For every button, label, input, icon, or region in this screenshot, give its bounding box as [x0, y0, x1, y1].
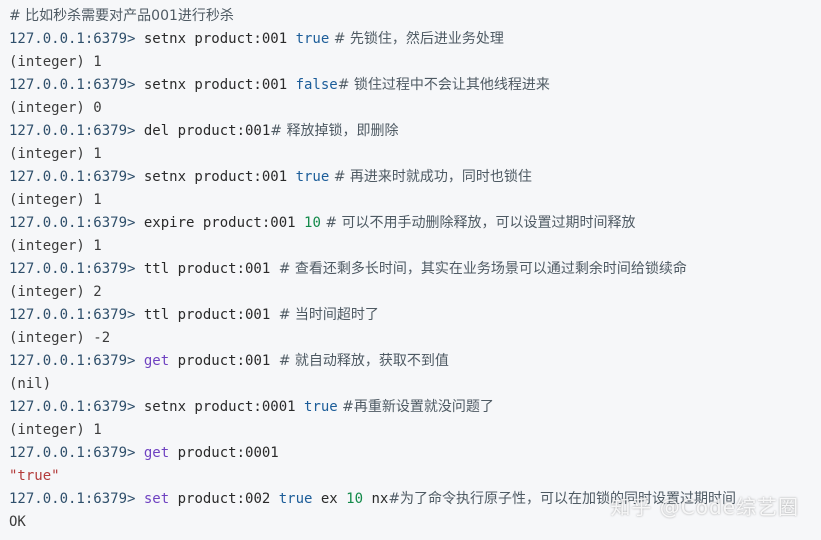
code-line: 127.0.0.1:6379> setnx product:001 true #…: [9, 28, 821, 51]
code-token-comment: # 再进来时就成功，同时也锁住: [329, 169, 532, 185]
code-token-comment: # 先锁住，然后进业务处理: [329, 31, 504, 47]
code-token-comment: # 查看还剩多长时间，其实在业务场景可以通过剩余时间给锁续命: [278, 261, 687, 277]
code-token-cmd: product:0001: [169, 445, 279, 461]
code-token-comment: # 释放掉锁，即删除: [270, 123, 399, 139]
code-token-cmd: ex: [312, 491, 347, 507]
code-line: 127.0.0.1:6379> get product:001 # 就自动释放，…: [9, 350, 821, 373]
code-line: # 比如秒杀需要对产品001进行秒杀: [9, 5, 821, 28]
watermark: 知乎 @Code综艺圈: [610, 495, 799, 519]
code-token-plain: (integer) -2: [9, 330, 111, 346]
code-line: (integer) 1: [9, 419, 821, 442]
code-token-prompt: 127.0.0.1:6379>: [9, 169, 144, 185]
code-token-prompt: 127.0.0.1:6379>: [9, 307, 144, 323]
code-line: 127.0.0.1:6379> setnx product:0001 true …: [9, 396, 821, 419]
code-token-prompt: 127.0.0.1:6379>: [9, 399, 144, 415]
redis-cli-code-block: # 比如秒杀需要对产品001进行秒杀 127.0.0.1:6379> setnx …: [0, 0, 821, 540]
code-token-prompt: 127.0.0.1:6379>: [9, 77, 144, 93]
code-token-cmd: setnx product:001: [143, 31, 296, 47]
code-token-cmd: setnx product:001: [143, 169, 296, 185]
code-token-cmd: setnx product:0001: [143, 399, 305, 415]
code-token-kw: get: [143, 353, 170, 369]
code-line: (integer) 2: [9, 281, 821, 304]
code-token-plain: (integer) 0: [9, 100, 102, 116]
code-token-prompt: 127.0.0.1:6379>: [9, 353, 144, 369]
code-line: 127.0.0.1:6379> expire product:001 10 # …: [9, 212, 821, 235]
code-token-plain: (integer) 1: [9, 422, 102, 438]
code-token-comment: # 锁住过程中不会让其他线程进来: [337, 77, 550, 93]
code-token-plain: (integer) 1: [9, 238, 102, 254]
code-token-prompt: 127.0.0.1:6379>: [9, 31, 144, 47]
code-token-bool: true: [295, 169, 330, 185]
code-token-prompt: 127.0.0.1:6379>: [9, 491, 144, 507]
code-line: 127.0.0.1:6379> setnx product:001 true #…: [9, 166, 821, 189]
code-token-bool: true: [278, 491, 313, 507]
code-line: (integer) 1: [9, 235, 821, 258]
code-token-comment: # 可以不用手动删除释放，可以设置过期时间释放: [320, 215, 636, 231]
code-token-cmd: del product:001: [143, 123, 271, 139]
code-token-plain: (integer) 1: [9, 146, 102, 162]
code-token-comment: # 当时间超时了: [278, 307, 379, 323]
code-line: (integer) 1: [9, 189, 821, 212]
code-line: 127.0.0.1:6379> get product:0001: [9, 442, 821, 465]
code-token-prompt: 127.0.0.1:6379>: [9, 445, 144, 461]
code-token-cmd: ttl product:001: [143, 261, 279, 277]
code-line: 127.0.0.1:6379> setnx product:001 false#…: [9, 74, 821, 97]
code-token-prompt: 127.0.0.1:6379>: [9, 261, 144, 277]
code-token-plain: (integer) 2: [9, 284, 102, 300]
code-line: (integer) 1: [9, 51, 821, 74]
code-token-prompt: 127.0.0.1:6379>: [9, 215, 144, 231]
code-token-kw: get: [143, 445, 170, 461]
code-token-num: 10: [304, 215, 321, 231]
code-line: 127.0.0.1:6379> ttl product:001 # 当时间超时了: [9, 304, 821, 327]
code-line: 127.0.0.1:6379> ttl product:001 # 查看还剩多长…: [9, 258, 821, 281]
code-line: (integer) -2: [9, 327, 821, 350]
code-line: (integer) 0: [9, 97, 821, 120]
code-token-comment: #再重新设置就没问题了: [337, 399, 494, 415]
code-token-plain: (integer) 1: [9, 54, 102, 70]
code-token-comment: # 就自动释放，获取不到值: [278, 353, 449, 369]
code-line: "true": [9, 465, 821, 488]
code-line: 127.0.0.1:6379> del product:001# 释放掉锁，即删…: [9, 120, 821, 143]
code-token-cmd: expire product:001: [143, 215, 305, 231]
code-token-cmd: product:002: [169, 491, 279, 507]
code-token-cmd: ttl product:001: [143, 307, 279, 323]
code-token-cmd: setnx product:001: [143, 77, 296, 93]
code-token-plain: (nil): [9, 376, 52, 392]
code-line: (integer) 1: [9, 143, 821, 166]
code-token-str: "true": [9, 468, 60, 484]
code-token-num: 10: [346, 491, 364, 507]
code-lines: # 比如秒杀需要对产品001进行秒杀 127.0.0.1:6379> setnx …: [9, 5, 821, 534]
code-token-cmd: product:001: [169, 353, 279, 369]
code-token-comment: # 比如秒杀需要对产品001进行秒杀: [9, 8, 234, 24]
code-token-kw: set: [143, 491, 170, 507]
code-token-bool: false: [295, 77, 338, 93]
code-token-cmd: nx: [363, 491, 389, 507]
code-token-bool: true: [304, 399, 338, 415]
code-token-plain: (integer) 1: [9, 192, 102, 208]
code-token-plain: OK: [9, 514, 26, 530]
code-token-bool: true: [295, 31, 330, 47]
code-token-prompt: 127.0.0.1:6379>: [9, 123, 144, 139]
code-line: (nil): [9, 373, 821, 396]
